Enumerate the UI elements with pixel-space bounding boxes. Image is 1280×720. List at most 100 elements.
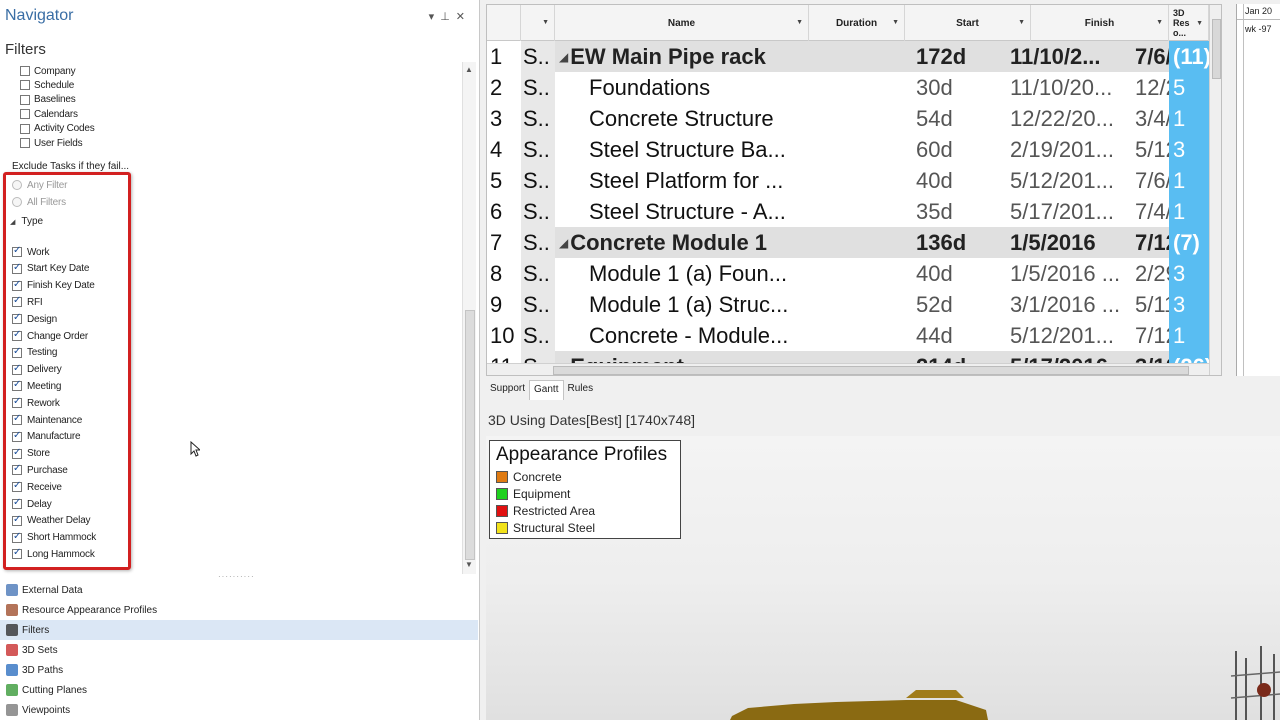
filter-checkbox-baselines[interactable]: Baselines bbox=[20, 93, 76, 107]
col-name-label: Name bbox=[667, 17, 696, 29]
exclude-tasks-label: Exclude Tasks if they fail... bbox=[12, 161, 130, 172]
panel-resource-appearance-profiles[interactable]: Resource Appearance Profiles bbox=[0, 600, 478, 620]
chevron-down-icon[interactable]: ▼ bbox=[1156, 19, 1163, 26]
task-duration[interactable]: 44d bbox=[911, 320, 1005, 351]
task-start[interactable]: 11/10/2... bbox=[1005, 41, 1131, 72]
checkbox[interactable] bbox=[20, 66, 30, 76]
pane-controls[interactable]: ▾⊥✕ bbox=[429, 10, 471, 23]
scroll-down-icon[interactable]: ▼ bbox=[465, 560, 473, 569]
grid-vertical-scrollbar[interactable] bbox=[1209, 5, 1221, 375]
col-status[interactable]: ▼ bbox=[521, 5, 555, 41]
grid-horizontal-scrollbar[interactable] bbox=[487, 363, 1209, 375]
scroll-thumb[interactable] bbox=[553, 366, 1189, 375]
tab-rules[interactable]: Rules bbox=[564, 380, 598, 400]
task-duration[interactable]: 52d bbox=[911, 289, 1005, 320]
task-duration[interactable]: 60d bbox=[911, 134, 1005, 165]
task-name[interactable]: ◢ EW Main Pipe rack bbox=[555, 41, 911, 72]
checkbox[interactable] bbox=[20, 94, 30, 105]
gantt-chart[interactable]: Jan 20 wk -97 bbox=[1236, 4, 1280, 376]
legend-item-equipment: Equipment bbox=[496, 487, 570, 501]
task-start[interactable]: 12/22/20... bbox=[1005, 103, 1131, 134]
panel-external-data[interactable]: External Data bbox=[0, 580, 478, 600]
task-duration[interactable]: 54d bbox=[911, 103, 1005, 134]
filter-tree-scrollbar[interactable]: ▲ ▼ bbox=[462, 62, 476, 574]
filter-checkbox-activity-codes[interactable]: Activity Codes bbox=[20, 122, 95, 136]
legend-swatch bbox=[496, 488, 508, 500]
panel-viewpoints[interactable]: Viewpoints bbox=[0, 700, 478, 720]
task-duration[interactable]: 136d bbox=[911, 227, 1005, 258]
legend-label: Restricted Area bbox=[513, 504, 596, 518]
table-row[interactable]: 6 S.. Steel Structure - A... 35d 5/17/201...… bbox=[487, 196, 1221, 227]
checkbox[interactable] bbox=[20, 109, 30, 120]
task-duration[interactable]: 40d bbox=[911, 258, 1005, 289]
task-duration[interactable]: 172d bbox=[911, 41, 1005, 72]
task-name[interactable]: Steel Structure - A... bbox=[555, 196, 911, 227]
task-name[interactable]: Concrete - Module... bbox=[555, 320, 911, 351]
panel-label: Viewpoints bbox=[22, 704, 71, 716]
task-start[interactable]: 1/5/2016 bbox=[1005, 227, 1131, 258]
panel-3d-paths[interactable]: 3D Paths bbox=[0, 660, 478, 680]
row-status: S.. bbox=[521, 72, 555, 103]
checkbox[interactable] bbox=[20, 80, 30, 91]
appearance-profiles-icon bbox=[6, 604, 18, 616]
filter-checkbox-company[interactable]: Company bbox=[20, 64, 76, 78]
task-start[interactable]: 1/5/2016 ... bbox=[1005, 258, 1131, 289]
panel-cutting-planes[interactable]: Cutting Planes bbox=[0, 680, 478, 700]
close-icon[interactable]: ✕ bbox=[456, 11, 471, 23]
pin-icon[interactable]: ⊥ bbox=[440, 11, 456, 23]
checkbox[interactable] bbox=[20, 138, 30, 148]
chevron-down-icon[interactable]: ▼ bbox=[542, 19, 549, 26]
task-name[interactable]: Steel Structure Ba... bbox=[555, 134, 911, 165]
checkbox[interactable] bbox=[20, 123, 30, 134]
table-row[interactable]: 8S..Module 1 (a) Foun...40d1/5/2016 ...2… bbox=[487, 258, 1221, 289]
task-start[interactable]: 3/1/2016 ... bbox=[1005, 289, 1131, 320]
chevron-down-icon[interactable]: ▼ bbox=[1018, 19, 1025, 26]
task-duration[interactable]: 30d bbox=[911, 72, 1005, 103]
task-name[interactable]: Module 1 (a) Foun... bbox=[555, 258, 911, 289]
table-row[interactable]: 3S..Concrete Structure54d12/22/20...3/4/… bbox=[487, 103, 1221, 134]
table-row[interactable]: 5 S.. Steel Platform for ... 40d 5/12/201...… bbox=[487, 165, 1221, 196]
collapse-triangle-icon[interactable]: ◢ bbox=[559, 236, 568, 250]
task-duration[interactable]: 40d bbox=[911, 165, 1005, 196]
task-start[interactable]: 2/19/201... bbox=[1005, 134, 1131, 165]
col-3d-resources[interactable]: 3D Res o... ▼ bbox=[1169, 5, 1209, 41]
panel-filters[interactable]: Filters bbox=[0, 620, 478, 640]
table-row[interactable]: 1S..◢EW Main Pipe rack172d11/10/2...7/6/… bbox=[487, 41, 1221, 72]
table-row[interactable]: 7S..◢Concrete Module 1136d1/5/20167/12/2… bbox=[487, 227, 1221, 258]
task-start[interactable]: 5/12/201... bbox=[1005, 320, 1131, 351]
table-row[interactable]: 9 S.. Module 1 (a) Struc... 52d 3/1/2016 ...… bbox=[487, 289, 1221, 320]
concrete-block-model bbox=[906, 690, 964, 698]
col-finish[interactable]: Finish ▼ bbox=[1031, 5, 1169, 41]
task-name[interactable]: Module 1 (a) Struc... bbox=[555, 289, 911, 320]
grid-header: ▼ Name ▼ Duration ▼ Start ▼ Finish ▼ 3D Res … bbox=[487, 5, 1221, 41]
table-row[interactable]: 2S..Foundations30d11/10/20...12/21/20...… bbox=[487, 72, 1221, 103]
collapse-triangle-icon[interactable]: ◢ bbox=[559, 50, 568, 64]
checkbox-label: Calendars bbox=[34, 108, 78, 120]
task-duration[interactable]: 35d bbox=[911, 196, 1005, 227]
task-name[interactable]: ◢ Concrete Module 1 bbox=[555, 227, 911, 258]
chevron-down-icon[interactable]: ▼ bbox=[796, 19, 803, 26]
panel-3d-sets[interactable]: 3D Sets bbox=[0, 640, 478, 660]
scroll-thumb[interactable] bbox=[465, 310, 475, 560]
scroll-up-icon[interactable]: ▲ bbox=[465, 65, 473, 74]
filter-checkbox-schedule[interactable]: Schedule bbox=[20, 78, 74, 92]
chevron-down-icon[interactable]: ▼ bbox=[892, 19, 899, 26]
task-name[interactable]: Concrete Structure bbox=[555, 103, 911, 134]
task-start[interactable]: 5/17/201... bbox=[1005, 196, 1131, 227]
tab-gantt[interactable]: Gantt bbox=[529, 380, 564, 400]
filter-checkbox-calendars[interactable]: Calendars bbox=[20, 107, 78, 121]
scroll-thumb[interactable] bbox=[1212, 19, 1221, 79]
task-name[interactable]: Foundations bbox=[555, 72, 911, 103]
task-start[interactable]: 11/10/20... bbox=[1005, 72, 1131, 103]
col-name[interactable]: Name ▼ bbox=[555, 5, 809, 41]
task-name[interactable]: Steel Platform for ... bbox=[555, 165, 911, 196]
col-duration[interactable]: Duration ▼ bbox=[809, 5, 905, 41]
dropdown-icon[interactable]: ▾ bbox=[429, 11, 441, 23]
table-row[interactable]: 10S..Concrete - Module...44d5/12/201...7… bbox=[487, 320, 1221, 351]
col-start[interactable]: Start ▼ bbox=[905, 5, 1031, 41]
table-row[interactable]: 4S..Steel Structure Ba...60d2/19/201...5… bbox=[487, 134, 1221, 165]
task-start[interactable]: 5/12/201... bbox=[1005, 165, 1131, 196]
filter-checkbox-user-fields[interactable]: User Fields bbox=[20, 136, 83, 150]
tab-support[interactable]: Support bbox=[486, 380, 529, 400]
chevron-down-icon[interactable]: ▼ bbox=[1196, 19, 1203, 29]
